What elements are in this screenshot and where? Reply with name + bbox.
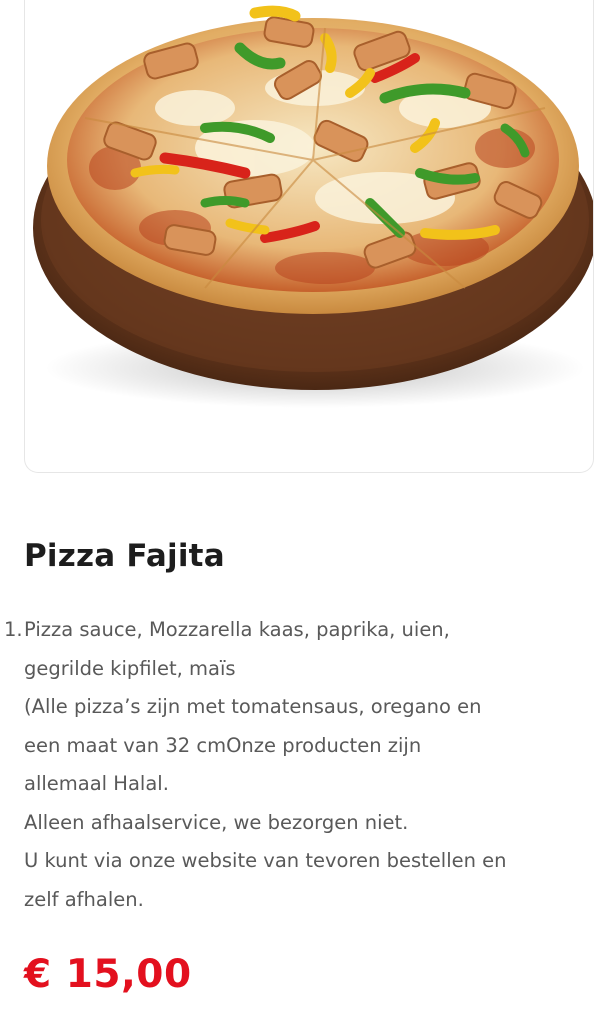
description-line: Alleen afhaalservice, we bezorgen niet. — [24, 810, 409, 834]
product-description-list: 1. Pizza sauce, Mozzarella kaas, paprika… — [0, 611, 600, 919]
description-line: U kunt via onze website van tevoren best… — [24, 849, 507, 872]
description-line: zelf afhalen. — [24, 887, 144, 911]
list-number: 1. — [4, 618, 23, 641]
product-page: Pizza Fajita 1. Pizza sauce, Mozzarella … — [0, 0, 615, 1024]
description-line: een maat van 32 cmOnze producten zijn — [24, 733, 422, 757]
product-image-card — [24, 0, 594, 473]
description-line: gegrilde kipfilet, maïs — [24, 656, 236, 680]
description-item: 1. Pizza sauce, Mozzarella kaas, paprika… — [0, 611, 600, 919]
product-title: Pizza Fajita — [24, 538, 225, 574]
product-price: € 15,00 — [24, 952, 192, 997]
description-line: Pizza sauce, Mozzarella kaas, paprika, u… — [24, 618, 450, 641]
description-line: (Alle pizza’s zijn met tomatensaus, oreg… — [24, 695, 482, 718]
description-line: allemaal Halal. — [24, 772, 169, 795]
pizza-image — [33, 5, 593, 408]
